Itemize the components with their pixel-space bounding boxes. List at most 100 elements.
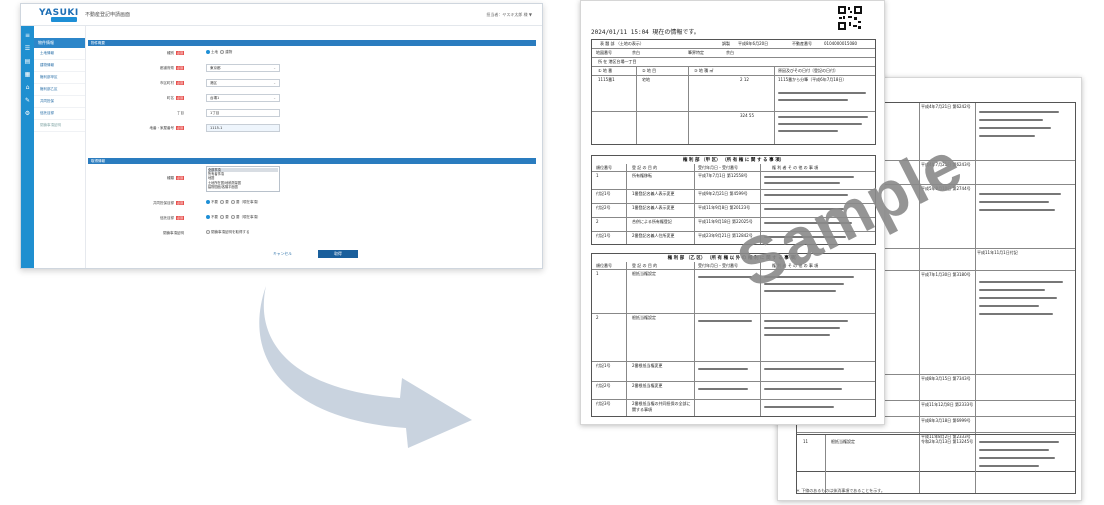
- field-label: 地番・家屋番号 必須: [149, 126, 184, 130]
- radio-icon: [220, 200, 225, 204]
- joint-collateral-radio-group[interactable]: 不要 要 要（現在事項）: [206, 200, 260, 205]
- entry-date: 平成4年7月21日 第6242号: [921, 104, 971, 109]
- town-select[interactable]: 台場1 ⌄: [206, 94, 280, 102]
- sub-navigation: 物件情報 土地情報 建物情報 権利部甲区 権利部乙区 共同担保 信託目録 閉鎖事…: [34, 26, 86, 268]
- field-label: 種別 必須: [166, 51, 184, 55]
- city-select[interactable]: 港区 ⌄: [206, 79, 280, 87]
- land-category: 宅地: [642, 77, 650, 82]
- home-icon[interactable]: ⌂: [24, 84, 31, 91]
- meta-value: 0104000015080: [824, 41, 858, 46]
- icon-sidebar: ≡ ☰ ▤ ▦ ⌂ ✎ ⚙: [21, 26, 34, 268]
- gear-icon[interactable]: ⚙: [24, 110, 31, 117]
- radio-icon: [220, 50, 225, 54]
- kind-listbox[interactable]: 全部事項 所有者事項 地図 土地所在図/地積測量図 建物図面/各階平面図: [206, 166, 280, 192]
- purpose: 根抵当権設定: [831, 439, 855, 444]
- required-badge: 必須: [175, 51, 184, 55]
- required-badge: 必須: [175, 66, 184, 70]
- document-timestamp: 2024/01/11 15:04 現在の情報です。: [591, 29, 700, 36]
- otsu-section-table: 権 利 部 （乙 区） （所 有 権 以 外 の 権 利 に 関 す る 事 項…: [591, 253, 876, 417]
- curved-arrow-icon: [259, 286, 472, 448]
- form-row-city: 市区町村 必須 港区 ⌄: [88, 76, 536, 91]
- action-bar: キャンセル 取得: [88, 250, 536, 260]
- radio-selected-icon: [206, 200, 210, 204]
- lot-number: 1115番1: [598, 77, 615, 82]
- grid-icon[interactable]: ▦: [24, 71, 31, 78]
- required-badge: 必須: [175, 126, 184, 130]
- field-label: 都道府県 必須: [159, 66, 184, 70]
- document-icon[interactable]: ▤: [24, 58, 31, 65]
- required-badge: 必須: [175, 216, 184, 220]
- title-section-table: 表 題 部 （土地の表示） 調製 平成8年6月20日 不動産番号 01040000150…: [591, 39, 876, 145]
- subnav-item[interactable]: 権利部甲区: [34, 72, 85, 84]
- trust-radio-group[interactable]: 不要 要 要（現在事項）: [206, 215, 260, 220]
- type-radio-group[interactable]: 土地 建物: [206, 50, 232, 55]
- form-row-closed: 閉鎖事項証明 閉鎖事項証明を取得する: [88, 226, 536, 241]
- section-title: 表 題 部 （土地の表示）: [600, 41, 644, 46]
- field-label: 町名 必須: [166, 96, 184, 100]
- field-label: 市区町村 必須: [159, 81, 184, 85]
- lot-number-input[interactable]: 1115-1: [206, 124, 280, 132]
- subnav-item[interactable]: 閉鎖事項証明: [34, 120, 85, 132]
- required-badge: 必須: [175, 81, 184, 85]
- entry-date: 平成8年3月15日 第7343号: [921, 376, 971, 381]
- field-label: 閉鎖事項証明: [163, 231, 184, 235]
- form-row-lot-number: 地番・家屋番号 必須 1115-1: [88, 121, 536, 136]
- edit-icon[interactable]: ✎: [24, 97, 31, 104]
- note: 平成11年11月1日付記: [977, 250, 1018, 255]
- menu-icon[interactable]: ≡: [24, 32, 31, 39]
- entry-date: 平成7年1月30日 第3180号: [921, 272, 971, 277]
- list-icon[interactable]: ☰: [24, 45, 31, 52]
- radio-selected-icon: [206, 215, 210, 219]
- form-content: 物件概要 種別 必須 土地 建物 都道府県 必須 東京都 ⌄ 市区町村 必須 港区 ⌄ 町…: [88, 40, 536, 260]
- entry-date: 令和2年3月13日 第13245号: [921, 439, 974, 444]
- logo-bar: [51, 17, 77, 22]
- radio-icon: [220, 215, 225, 219]
- field-label: 種類 必須: [166, 176, 184, 180]
- chome-input[interactable]: 1丁目: [206, 109, 280, 117]
- field-label: 丁目: [177, 111, 184, 115]
- subnav-header: 物件情報: [34, 38, 85, 48]
- checkbox-icon: [206, 230, 210, 234]
- subnav-item[interactable]: 土地情報: [34, 48, 85, 60]
- required-badge: 必須: [175, 176, 184, 180]
- subnav-item[interactable]: 共同担保: [34, 96, 85, 108]
- form-row-trust: 信託目録 必須 不要 要 要（現在事項）: [88, 211, 536, 226]
- subnav-item[interactable]: 権利部乙区: [34, 84, 85, 96]
- chevron-down-icon: ⌄: [273, 96, 276, 100]
- radio-icon: [230, 200, 235, 204]
- app-header: YASUKI 不動産登記申請画面 担当者：ヤスキ太郎 様 ▼: [21, 4, 542, 26]
- meta-value: 平成8年6月20日: [738, 41, 769, 46]
- subnav-item[interactable]: 建物情報: [34, 60, 85, 72]
- form-row-kind: 種類 必須 全部事項 所有者事項 地図 土地所在図/地積測量図 建物図面/各階平面…: [88, 164, 536, 196]
- qr-code-icon: [837, 5, 863, 31]
- submit-button[interactable]: 取得: [318, 250, 358, 258]
- required-badge: 必須: [175, 96, 184, 100]
- radio-icon: [230, 215, 235, 219]
- field-label: 信託目録 必須: [159, 216, 184, 220]
- form-row-type: 種別 必須 土地 建物: [88, 46, 536, 61]
- section-title: 権 利 部 （甲 区） （所 有 権 に 関 す る 事 項）: [682, 158, 785, 163]
- list-item[interactable]: 建物図面/各階平面図: [208, 185, 278, 189]
- subnav-item[interactable]: 信託目録: [34, 108, 85, 120]
- land-area: 324 55: [740, 113, 754, 118]
- required-badge: 必須: [175, 201, 184, 205]
- entry-date: 平成8年3月18日 第6999号: [921, 418, 971, 423]
- form-row-joint-collateral: 共同担保目録 必須 不要 要 要（現在事項）: [88, 196, 536, 211]
- form-row-prefecture: 都道府県 必須 東京都 ⌄: [88, 61, 536, 76]
- meta-label: 調製: [722, 41, 730, 46]
- radio-selected-icon: [206, 50, 210, 54]
- cancel-button[interactable]: キャンセル: [273, 251, 292, 257]
- chevron-down-icon: ⌄: [273, 81, 276, 85]
- form-row-town: 町名 必須 台場1 ⌄: [88, 91, 536, 106]
- stage: YASUKI 不動産登記申請画面 担当者：ヤスキ太郎 様 ▼ ≡ ☰ ▤ ▦ ⌂…: [0, 0, 1104, 505]
- land-area: 2 12: [740, 77, 749, 82]
- document-footer: ＊ 下線のあるものは抹消事項であることを示す。: [796, 488, 885, 493]
- user-menu[interactable]: 担当者：ヤスキ太郎 様 ▼: [486, 12, 532, 18]
- app-title: 不動産登記申請画面: [85, 12, 131, 18]
- back-final-row: 11 根抵当権設定 令和2年3月13日 第13245号: [796, 434, 1076, 494]
- rank-number: 11: [803, 439, 809, 444]
- closed-checkbox[interactable]: 閉鎖事項証明を取得する: [206, 230, 250, 235]
- form-row-chome: 丁目 1丁目: [88, 106, 536, 121]
- prefecture-select[interactable]: 東京都 ⌄: [206, 64, 280, 72]
- meta-label: 不動産番号: [792, 41, 812, 46]
